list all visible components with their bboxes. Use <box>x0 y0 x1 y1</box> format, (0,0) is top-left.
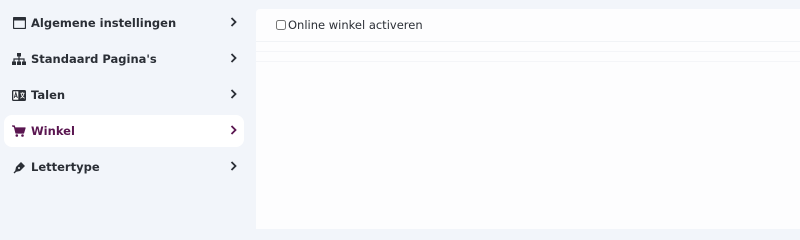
shop-settings-panel: Online winkel activeren <box>256 9 800 229</box>
shopping-cart-icon <box>12 124 26 138</box>
chevron-right-icon <box>228 125 238 135</box>
pen-nib-icon <box>12 160 26 174</box>
chevron-right-icon <box>228 53 238 63</box>
shop-toggle-row: Online winkel activeren <box>256 9 800 42</box>
chevron-right-icon <box>228 89 238 99</box>
sitemap-icon <box>12 52 26 66</box>
sidebar-item-label: Lettertype <box>31 160 100 174</box>
sidebar-item-shop[interactable]: Winkel <box>4 115 244 147</box>
sidebar-item-label: Algemene instellingen <box>31 16 177 30</box>
chevron-right-icon <box>228 17 238 27</box>
sidebar-item-general-settings[interactable]: Algemene instellingen <box>4 7 244 39</box>
sidebar-item-label: Talen <box>31 88 66 102</box>
sidebar-item-default-pages[interactable]: Standaard Pagina's <box>4 43 244 75</box>
divider <box>256 52 800 62</box>
sidebar-item-label: Standaard Pagina's <box>31 52 157 66</box>
chevron-right-icon <box>228 161 238 171</box>
sidebar-item-label: Winkel <box>31 124 75 138</box>
sidebar-item-languages[interactable]: Talen <box>4 79 244 111</box>
sidebar-item-font[interactable]: Lettertype <box>4 151 244 183</box>
settings-sidebar: Algemene instellingen Standaard Pagina's… <box>0 0 256 229</box>
online-shop-checkbox[interactable] <box>276 20 286 30</box>
online-shop-label[interactable]: Online winkel activeren <box>288 18 423 32</box>
language-icon <box>12 88 26 102</box>
window-icon <box>12 16 26 30</box>
divider <box>256 42 800 52</box>
